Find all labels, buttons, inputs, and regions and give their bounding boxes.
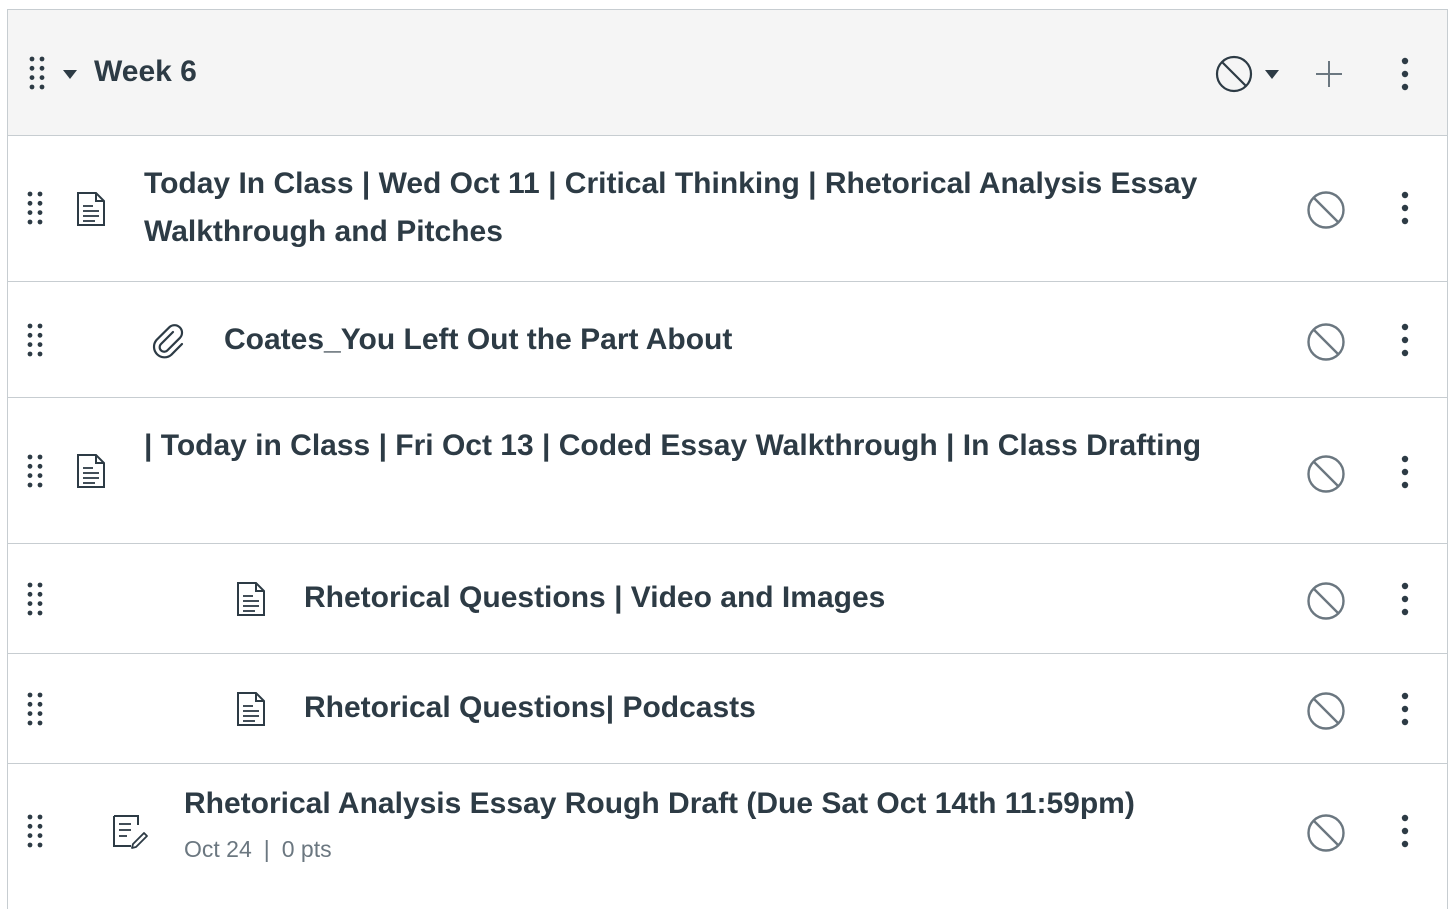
module-item[interactable]: Rhetorical Questions| Podcasts: [8, 654, 1447, 764]
item-meta: Oct 24 | 0 pts: [184, 836, 332, 863]
points: 0 pts: [281, 836, 332, 862]
due-date: Oct 24: [184, 836, 252, 862]
unpublished-icon[interactable]: [1215, 55, 1253, 93]
kebab-menu-icon[interactable]: [1400, 582, 1410, 616]
document-icon: [75, 453, 107, 489]
unpublished-icon[interactable]: [1306, 190, 1346, 230]
module-title[interactable]: Week 6: [94, 52, 197, 92]
unpublished-icon[interactable]: [1306, 691, 1346, 731]
assignment-icon: [111, 813, 149, 849]
plus-icon[interactable]: [1313, 58, 1345, 90]
item-title[interactable]: Rhetorical Questions| Podcasts: [304, 684, 756, 732]
module-week-6: Week 6 Today In Class | Wed Oct 11 | Cri…: [7, 9, 1448, 909]
document-icon: [235, 581, 267, 617]
item-title[interactable]: Today In Class | Wed Oct 11 | Critical T…: [144, 160, 1204, 256]
module-item[interactable]: Today In Class | Wed Oct 11 | Critical T…: [8, 136, 1447, 282]
unpublished-icon[interactable]: [1306, 581, 1346, 621]
item-title[interactable]: Rhetorical Analysis Essay Rough Draft (D…: [184, 780, 1135, 828]
module-item[interactable]: Rhetorical Questions | Video and Images: [8, 544, 1447, 654]
kebab-menu-icon[interactable]: [1400, 692, 1410, 726]
item-title[interactable]: Rhetorical Questions | Video and Images: [304, 574, 885, 622]
drag-handle-icon[interactable]: [26, 582, 44, 616]
kebab-menu-icon[interactable]: [1400, 814, 1410, 848]
document-icon: [75, 191, 107, 227]
drag-handle-icon[interactable]: [28, 56, 46, 90]
item-title[interactable]: | Today in Class | Fri Oct 13 | Coded Es…: [144, 422, 1204, 470]
publish-menu-caret-icon[interactable]: [1264, 67, 1280, 79]
kebab-menu-icon[interactable]: [1400, 455, 1410, 489]
kebab-menu-icon[interactable]: [1400, 57, 1410, 91]
drag-handle-icon[interactable]: [26, 323, 44, 357]
unpublished-icon[interactable]: [1306, 813, 1346, 853]
module-item[interactable]: Coates_You Left Out the Part About: [8, 282, 1447, 398]
drag-handle-icon[interactable]: [26, 814, 44, 848]
caret-down-icon[interactable]: [62, 67, 78, 79]
module-header[interactable]: Week 6: [8, 10, 1447, 136]
paperclip-icon: [151, 323, 184, 359]
module-item[interactable]: Rhetorical Analysis Essay Rough Draft (D…: [8, 764, 1447, 904]
drag-handle-icon[interactable]: [26, 692, 44, 726]
meta-separator: |: [263, 836, 270, 862]
document-icon: [235, 691, 267, 727]
drag-handle-icon[interactable]: [26, 191, 44, 225]
drag-handle-icon[interactable]: [26, 454, 44, 488]
kebab-menu-icon[interactable]: [1400, 191, 1410, 225]
module-item[interactable]: | Today in Class | Fri Oct 13 | Coded Es…: [8, 398, 1447, 544]
unpublished-icon[interactable]: [1306, 454, 1346, 494]
kebab-menu-icon[interactable]: [1400, 323, 1410, 357]
item-title[interactable]: Coates_You Left Out the Part About: [224, 316, 732, 364]
unpublished-icon[interactable]: [1306, 322, 1346, 362]
